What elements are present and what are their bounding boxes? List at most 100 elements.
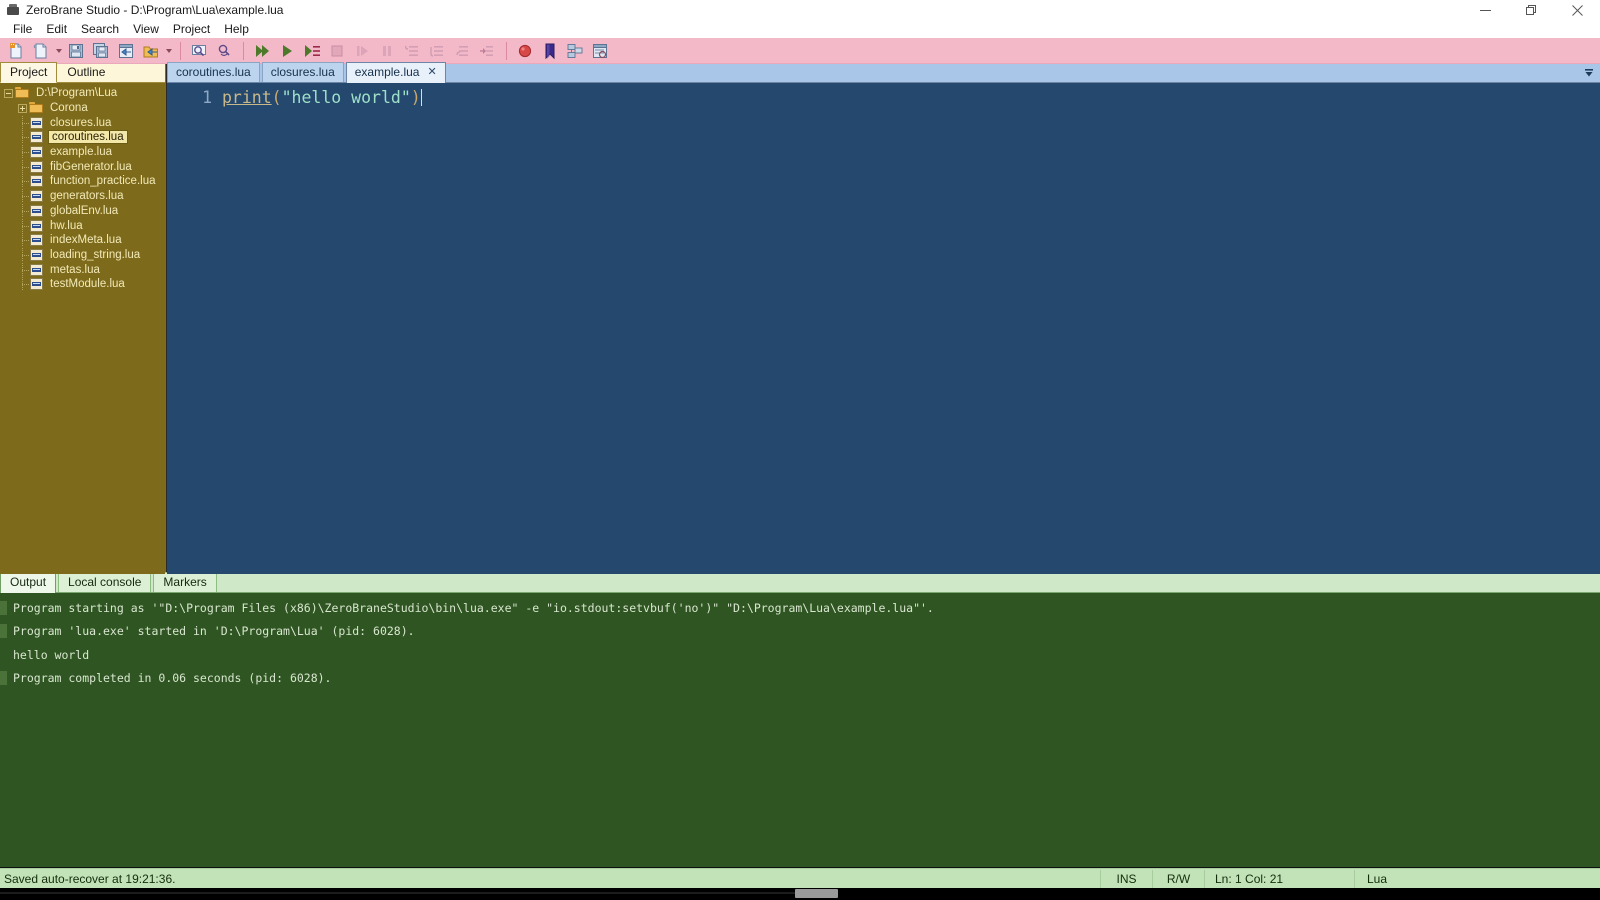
bookmark-icon[interactable] (538, 39, 562, 63)
project-file-tree[interactable]: D:\Program\Lua Corona closures.lua coroutin… (0, 83, 165, 574)
breakpoint-icon[interactable] (513, 39, 537, 63)
close-file-icon[interactable] (114, 39, 138, 63)
tree-file-item[interactable]: closures.lua (0, 115, 165, 130)
tree-connector (16, 218, 29, 233)
tree-file-item[interactable]: fibGenerator.lua (0, 159, 165, 174)
tree-file-item[interactable]: metas.lua (0, 262, 165, 277)
close-tab-icon[interactable]: ✕ (427, 67, 436, 78)
tree-connector (16, 203, 29, 218)
tree-item-label: hw.lua (50, 219, 83, 232)
console-line: hello world (0, 643, 1600, 667)
status-cursor-position: Ln: 1 Col: 21 (1204, 869, 1354, 888)
collapse-icon[interactable] (2, 86, 15, 100)
lua-file-icon (29, 219, 44, 232)
tree-file-item[interactable]: generators.lua (0, 189, 165, 204)
lua-file-icon (29, 146, 44, 159)
open-file-dropdown-icon[interactable] (54, 39, 64, 63)
tree-file-item[interactable]: example.lua (0, 145, 165, 160)
tree-file-item[interactable]: loading_string.lua (0, 247, 165, 263)
tree-file-item[interactable]: function_practice.lua (0, 174, 165, 189)
close-all-dropdown-icon[interactable] (164, 39, 174, 63)
menu-item-search[interactable]: Search (74, 20, 126, 38)
tree-file-item[interactable]: hw.lua (0, 218, 165, 233)
menu-item-project[interactable]: Project (166, 20, 217, 38)
status-message: Saved auto-recover at 19:21:36. (4, 871, 176, 886)
step-over-icon[interactable] (350, 39, 374, 63)
save-all-icon[interactable] (89, 39, 113, 63)
tab-output[interactable]: Output (0, 572, 57, 593)
tab-local-console[interactable]: Local console (58, 572, 152, 592)
step-out-icon[interactable] (425, 39, 449, 63)
step-next-icon[interactable] (475, 39, 499, 63)
step-return-icon[interactable] (450, 39, 474, 63)
tree-item-label: Corona (50, 102, 88, 115)
find-replace-icon[interactable] (212, 39, 236, 63)
output-panel: Output Local console Markers Program sta… (0, 572, 1600, 868)
sidebar-tab-outline[interactable]: Outline (57, 62, 115, 82)
stack-view-icon[interactable] (563, 39, 587, 63)
code-text[interactable]: print("hello world") (222, 87, 422, 109)
new-file-icon[interactable] (4, 39, 28, 63)
run-icon[interactable] (275, 39, 299, 63)
tree-connector (16, 247, 29, 262)
expand-icon[interactable] (16, 101, 29, 115)
lua-file-icon (29, 278, 44, 291)
title-bar: ZeroBrane Studio - D:\Program\Lua\exampl… (0, 0, 1600, 20)
tree-connector (16, 145, 29, 160)
open-file-icon[interactable] (29, 39, 53, 63)
close-all-icon[interactable] (139, 39, 163, 63)
step-into-icon[interactable] (400, 39, 424, 63)
lua-file-icon (29, 175, 44, 188)
toolbar (0, 38, 1600, 64)
lua-file-icon (29, 263, 44, 276)
sidebar-panel: Project Outline D:\Program\Lua Corona clos… (0, 62, 166, 574)
start-debug-icon[interactable] (250, 39, 274, 63)
scrollbar-track (0, 892, 795, 894)
sidebar-tab-project[interactable]: Project (0, 62, 58, 83)
pause-icon[interactable] (375, 39, 399, 63)
find-icon[interactable] (187, 39, 211, 63)
scrollbar-thumb[interactable] (795, 889, 838, 898)
editor-tab-coroutines[interactable]: coroutines.lua (167, 62, 260, 82)
tree-file-item[interactable]: coroutines.lua (0, 130, 165, 145)
watch-view-icon[interactable] (588, 39, 612, 63)
chevron-down-icon[interactable] (1582, 66, 1596, 80)
save-icon[interactable] (64, 39, 88, 63)
restore-button[interactable] (1508, 0, 1554, 20)
tree-folder-item[interactable]: Corona (0, 101, 165, 116)
folder-icon (15, 87, 30, 99)
line-number: 1 (202, 88, 212, 107)
window-controls (1462, 0, 1600, 20)
tree-item-label: example.lua (50, 146, 113, 159)
lua-file-icon (29, 131, 44, 144)
tree-file-item[interactable]: globalEnv.lua (0, 203, 165, 219)
minimize-button[interactable] (1462, 0, 1508, 20)
tree-file-item[interactable]: indexMeta.lua (0, 233, 165, 248)
main-split: Project Outline D:\Program\Lua Corona clos… (0, 62, 1600, 574)
editor-tab-example[interactable]: example.lua ✕ (345, 62, 446, 83)
lua-file-icon (29, 160, 44, 173)
output-console[interactable]: Program starting as '"D:\Program Files (… (0, 593, 1600, 868)
menu-item-edit[interactable]: Edit (39, 20, 74, 38)
zerobrane-app-icon (6, 3, 20, 17)
menu-item-file[interactable]: File (6, 20, 39, 38)
editor-tab-closures[interactable]: closures.lua (261, 62, 344, 82)
console-line-text: hello world (13, 647, 90, 662)
editor-tab-label: closures.lua (270, 65, 335, 79)
window-title: ZeroBrane Studio - D:\Program\Lua\exampl… (26, 3, 284, 17)
horizontal-scrollbar[interactable] (0, 888, 1600, 900)
menu-item-help[interactable]: Help (217, 20, 256, 38)
menu-item-view[interactable]: View (126, 20, 166, 38)
toolbar-separator-3 (506, 41, 507, 60)
code-token-function: print (222, 88, 272, 107)
code-editor[interactable]: 1 print("hello world") (167, 83, 1600, 574)
tree-folder-item[interactable]: D:\Program\Lua (0, 86, 165, 101)
tree-file-item[interactable]: testModule.lua (0, 277, 165, 292)
tree-item-label: function_practice.lua (50, 175, 156, 188)
run-to-cursor-icon[interactable] (300, 39, 324, 63)
tab-markers[interactable]: Markers (153, 572, 217, 592)
code-token-close-paren: ) (410, 88, 421, 107)
stop-icon[interactable] (325, 39, 349, 63)
lua-file-icon (29, 190, 44, 203)
close-button[interactable] (1554, 0, 1600, 20)
